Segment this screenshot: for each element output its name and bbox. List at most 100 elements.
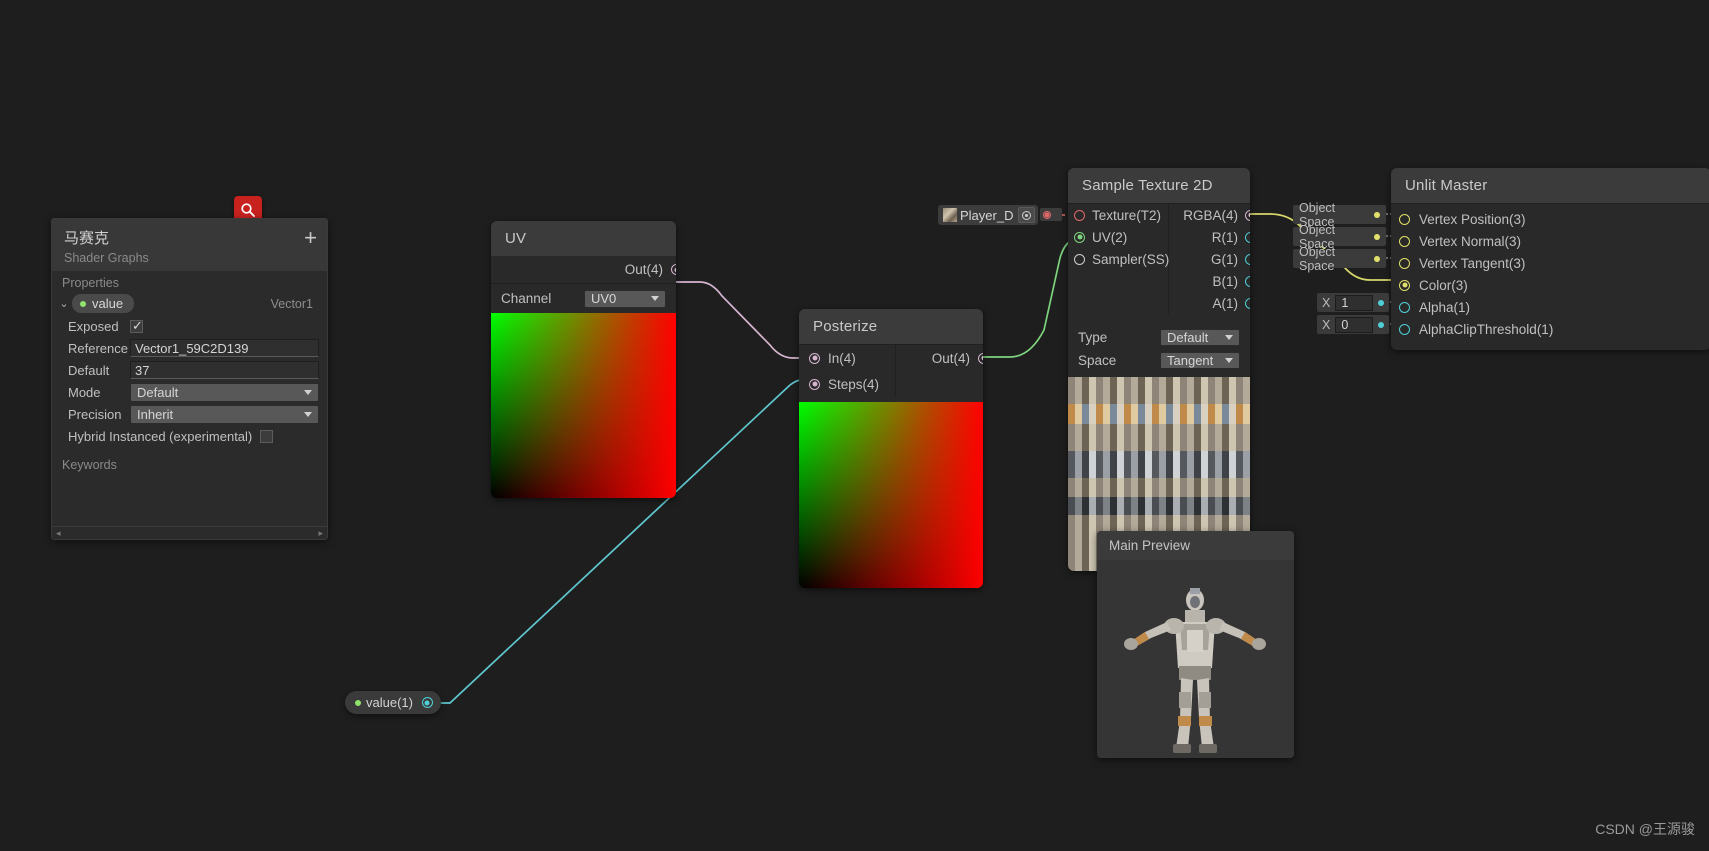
sample-texture-in-row[interactable]: Texture(T2) (1068, 204, 1168, 226)
sample-type-row[interactable]: Type Default (1068, 326, 1250, 349)
main-preview-body[interactable] (1097, 560, 1294, 758)
field-hybrid-instanced[interactable]: Hybrid Instanced (experimental) (52, 425, 327, 447)
posterize-in-port[interactable] (809, 352, 820, 364)
sample-r-port[interactable] (1245, 231, 1250, 243)
field-label-mode: Mode (68, 384, 101, 400)
wire-uv-to-posterize (676, 281, 808, 359)
property-row-value[interactable]: ⌄ value Vector1 (52, 292, 327, 315)
sample-uv-port[interactable] (1074, 231, 1085, 243)
default-input[interactable]: 37 (130, 361, 319, 379)
sample-uv-in-row[interactable]: UV(2) (1068, 226, 1168, 248)
posterize-out-row[interactable]: Out(4) (896, 345, 983, 371)
sample-g-port[interactable] (1245, 253, 1250, 265)
property-color-dot (80, 300, 86, 307)
add-property-button[interactable]: + (304, 227, 317, 249)
sample-r-row[interactable]: R(1) (1169, 226, 1250, 248)
main-preview-panel[interactable]: Main Preview (1097, 531, 1294, 758)
texture-asset-out-port[interactable] (1040, 208, 1062, 221)
master-alpha-port[interactable] (1399, 301, 1410, 313)
sample-a-port[interactable] (1245, 297, 1250, 309)
texture-out-dot[interactable] (1043, 210, 1051, 219)
posterize-in-row[interactable]: In(4) (799, 345, 895, 371)
node-unlit-master[interactable]: Unlit Master Vertex Position(3) Vertex N… (1391, 168, 1709, 350)
uv-out-row[interactable]: Out(4) (491, 256, 676, 283)
hybrid-instanced-checkbox[interactable] (260, 429, 274, 443)
uv-channel-row[interactable]: Channel UV0 (491, 283, 676, 313)
field-exposed[interactable]: Exposed (52, 315, 327, 337)
posterize-steps-port[interactable] (809, 378, 820, 390)
mode-dropdown[interactable]: Default (130, 382, 319, 402)
master-alphaclip-row[interactable]: AlphaClipThreshold(1) (1391, 318, 1709, 340)
field-label-exposed: Exposed (68, 318, 119, 334)
uv-preview (491, 313, 676, 498)
precision-dropdown-value: Inherit (137, 406, 174, 422)
field-mode[interactable]: Mode Default (52, 381, 327, 403)
sample-rgba-row[interactable]: RGBA(4) (1169, 204, 1250, 226)
field-precision[interactable]: Precision Inherit (52, 403, 327, 425)
sample-b-port[interactable] (1245, 275, 1250, 287)
alpha-value-input[interactable]: 1 (1335, 294, 1374, 311)
node-sample-title: Sample Texture 2D (1068, 168, 1250, 203)
uv-out-port[interactable] (671, 264, 676, 275)
node-posterize[interactable]: Posterize In(4) Steps(4) Out(4) (799, 309, 983, 588)
master-color-port[interactable] (1399, 279, 1410, 291)
sample-type-dropdown[interactable]: Default (1160, 329, 1240, 346)
field-label-reference: Reference (68, 340, 128, 356)
sample-sampler-port[interactable] (1074, 253, 1085, 265)
master-vertex-tangent-port[interactable] (1399, 257, 1410, 269)
object-picker-icon[interactable] (1018, 207, 1036, 223)
sample-a-row[interactable]: A(1) (1169, 292, 1250, 314)
alpha-value-field[interactable]: X 1 (1317, 293, 1390, 312)
properties-section-label: Properties (62, 276, 119, 290)
vertex-position-space-field[interactable]: Object Space (1293, 201, 1386, 229)
alpha-value-dot (1378, 299, 1385, 306)
posterize-steps-row[interactable]: Steps(4) (799, 371, 895, 397)
watermark: CSDN @王源骏 (1595, 821, 1695, 837)
master-vertex-normal-port[interactable] (1399, 235, 1410, 247)
blackboard-panel[interactable]: 马赛克 Shader Graphs + Properties ⌄ value V… (51, 218, 328, 540)
blackboard-scrollbar[interactable]: ◂ ▸ (52, 526, 327, 539)
posterize-out-port[interactable] (978, 352, 983, 364)
master-vertex-position-port[interactable] (1399, 213, 1410, 225)
vertex-tangent-space-field[interactable]: Object Space (1293, 245, 1386, 273)
posterize-out-label: Out(4) (931, 350, 970, 366)
sample-b-row[interactable]: B(1) (1169, 270, 1250, 292)
sample-space-row[interactable]: Space Tangent (1068, 349, 1250, 372)
sample-texture-port[interactable] (1074, 209, 1085, 221)
sample-g-label: G(1) (1211, 251, 1238, 267)
scroll-left-arrow[interactable]: ◂ (56, 528, 61, 539)
sample-g-row[interactable]: G(1) (1169, 248, 1250, 270)
field-label-default: Default (68, 362, 110, 378)
master-alpha-row[interactable]: Alpha(1) (1391, 296, 1709, 318)
alphaclip-value-field[interactable]: X 0 (1317, 315, 1390, 334)
reference-input[interactable]: Vector1_59C2D139 (130, 339, 319, 357)
texture-asset-field[interactable]: Player_D (938, 205, 1039, 225)
precision-dropdown[interactable]: Inherit (130, 404, 319, 424)
graph-subtitle: Shader Graphs (64, 251, 149, 265)
sample-sampler-in-row[interactable]: Sampler(SS) (1068, 248, 1169, 270)
field-reference[interactable]: Reference Vector1_59C2D139 (52, 337, 327, 359)
vertex-normal-space-field[interactable]: Object Space (1293, 223, 1386, 251)
sample-space-dropdown[interactable]: Tangent (1160, 352, 1240, 369)
master-vertex-normal-row[interactable]: Vertex Normal(3) (1391, 230, 1709, 252)
chevron-down-icon[interactable]: ⌄ (56, 297, 72, 310)
scroll-right-arrow[interactable]: ▸ (318, 528, 323, 539)
field-default[interactable]: Default 37 (52, 359, 327, 381)
master-vertex-tangent-row[interactable]: Vertex Tangent(3) (1391, 252, 1709, 274)
alphaclip-value-input[interactable]: 0 (1335, 316, 1374, 333)
node-uv[interactable]: UV Out(4) Channel UV0 (491, 221, 676, 498)
uv-channel-dropdown[interactable]: UV0 (584, 289, 666, 308)
master-alphaclip-port[interactable] (1399, 323, 1410, 335)
value-property-out-port[interactable] (421, 697, 433, 708)
posterize-in-label: In(4) (828, 350, 856, 366)
uv-channel-value: UV0 (591, 291, 617, 306)
master-vertex-position-row[interactable]: Vertex Position(3) (1391, 208, 1709, 230)
master-color-row[interactable]: Color(3) (1391, 274, 1709, 296)
sample-rgba-port[interactable] (1245, 209, 1250, 221)
property-name: value (92, 296, 124, 311)
node-value-property[interactable]: value(1) (345, 691, 441, 714)
node-sample-texture-2d[interactable]: Sample Texture 2D Texture(T2) UV(2) Samp… (1068, 168, 1250, 571)
property-pill[interactable]: value (72, 294, 135, 313)
exposed-checkbox[interactable] (130, 318, 143, 334)
search-icon (241, 203, 255, 217)
